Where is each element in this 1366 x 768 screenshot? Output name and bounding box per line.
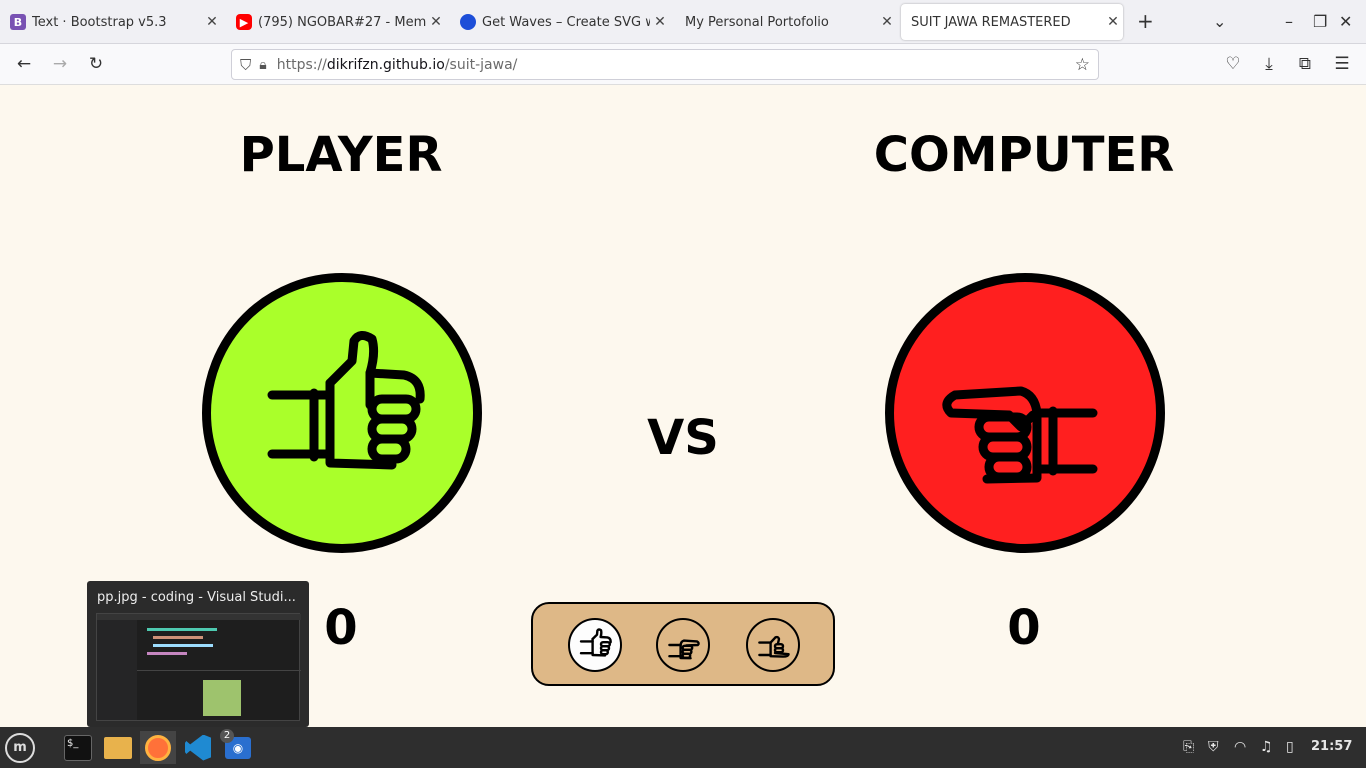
tab-title: Text · Bootstrap v5.3: [32, 14, 167, 30]
close-tab-icon[interactable]: ✕: [202, 14, 222, 30]
pointing-hand-icon: [942, 386, 1098, 484]
sound-icon[interactable]: ♫: [1260, 739, 1273, 755]
tab-title: Get Waves – Create SVG wa: [482, 14, 650, 30]
taskbar: m $_ ◉ 2 ⎘ ⛨ ◠ ♫ ▯ 21:57: [0, 727, 1366, 768]
tab-suit-jawa[interactable]: SUIT JAWA REMASTERED ✕: [901, 4, 1123, 40]
pocket-icon[interactable]: ♡: [1222, 54, 1244, 74]
update-shield-icon[interactable]: ⛨: [1208, 739, 1219, 755]
menu-icon[interactable]: ☰: [1331, 54, 1353, 74]
tab-title: (795) NGOBAR#27 - Membu: [258, 14, 426, 30]
pinky-finger-choice-button[interactable]: [746, 618, 800, 672]
photo-thumbnail: [203, 680, 241, 716]
new-tab-icon[interactable]: +: [1137, 9, 1154, 33]
pointing-hand-choice-button[interactable]: [656, 618, 710, 672]
wifi-icon[interactable]: ◠: [1234, 739, 1246, 755]
player-heading: PLAYER: [239, 127, 443, 183]
screenshot-icon[interactable]: ◉ 2: [220, 729, 256, 764]
close-tab-icon[interactable]: ✕: [877, 14, 897, 30]
tab-strip: B Text · Bootstrap v5.3 ✕ ▶ (795) NGOBAR…: [0, 0, 1366, 44]
vs-label: VS: [647, 410, 719, 466]
vscode-icon[interactable]: [180, 731, 216, 764]
getwaves-icon: [460, 14, 476, 30]
choice-panel: [531, 602, 835, 686]
url-scheme: https://: [276, 56, 327, 73]
lock-icon[interactable]: 🔒︎: [259, 57, 266, 73]
firefox-icon[interactable]: [140, 731, 176, 764]
computer-choice-circle: [885, 273, 1165, 553]
url-host: dikrifzn.github.io: [326, 56, 445, 73]
navigation-bar: ← → ↻ ⛉ 🔒︎ https:// dikrifzn.github.io /…: [0, 44, 1366, 85]
computer-heading: COMPUTER: [873, 127, 1175, 183]
thumb-choice-icon: [579, 628, 612, 657]
close-tab-icon[interactable]: ✕: [1103, 14, 1123, 30]
list-tabs-chevron-icon[interactable]: ⌄: [1213, 12, 1226, 31]
battery-icon[interactable]: ▯: [1286, 739, 1294, 755]
clock[interactable]: 21:57: [1311, 739, 1352, 754]
close-tab-icon[interactable]: ✕: [426, 14, 446, 30]
player-choice-circle: [202, 273, 482, 553]
tab-youtube[interactable]: ▶ (795) NGOBAR#27 - Membu ✕: [226, 4, 446, 40]
back-arrow-icon[interactable]: ←: [13, 54, 35, 74]
thumb-choice-button[interactable]: [568, 618, 622, 672]
download-icon[interactable]: ⤓: [1258, 54, 1280, 74]
minimize-icon[interactable]: –: [1285, 12, 1293, 31]
preview-thumbnail: [96, 613, 301, 721]
url-path: /suit-jawa/: [444, 56, 518, 73]
shield-icon[interactable]: ⛉: [240, 56, 251, 74]
window-count-badge: 2: [220, 729, 234, 743]
tab-bootstrap[interactable]: B Text · Bootstrap v5.3 ✕: [0, 4, 222, 40]
computer-score: 0: [1007, 600, 1041, 656]
preview-title: pp.jpg - coding - Visual Studi...: [97, 590, 296, 605]
reload-icon[interactable]: ↻: [85, 54, 107, 74]
url-bar[interactable]: ⛉ 🔒︎ https:// dikrifzn.github.io /suit-j…: [231, 49, 1099, 80]
tab-title: SUIT JAWA REMASTERED: [911, 14, 1071, 30]
youtube-icon: ▶: [236, 14, 252, 30]
taskbar-window-preview[interactable]: pp.jpg - coding - Visual Studi...: [87, 581, 309, 727]
extensions-icon[interactable]: ⧉: [1294, 54, 1316, 74]
thumb-icon: [267, 331, 425, 470]
tab-portfolio[interactable]: My Personal Portofolio ✕: [675, 4, 897, 40]
pinky-finger-choice-icon: [758, 635, 790, 658]
close-tab-icon[interactable]: ✕: [650, 14, 670, 30]
pointing-hand-choice-icon: [668, 639, 700, 660]
forward-arrow-icon[interactable]: →: [49, 54, 71, 74]
bootstrap-icon: B: [10, 14, 26, 30]
files-icon[interactable]: [100, 731, 136, 764]
bookmark-star-icon[interactable]: ☆: [1075, 55, 1090, 75]
close-window-icon[interactable]: ✕: [1339, 12, 1352, 31]
tab-title: My Personal Portofolio: [685, 14, 829, 30]
terminal-icon[interactable]: $_: [60, 731, 96, 764]
tab-getwaves[interactable]: Get Waves – Create SVG wa ✕: [450, 4, 670, 40]
maximize-icon[interactable]: ❐: [1313, 12, 1327, 31]
clipboard-icon[interactable]: ⎘: [1183, 739, 1194, 755]
mint-menu-icon[interactable]: m: [2, 731, 38, 764]
